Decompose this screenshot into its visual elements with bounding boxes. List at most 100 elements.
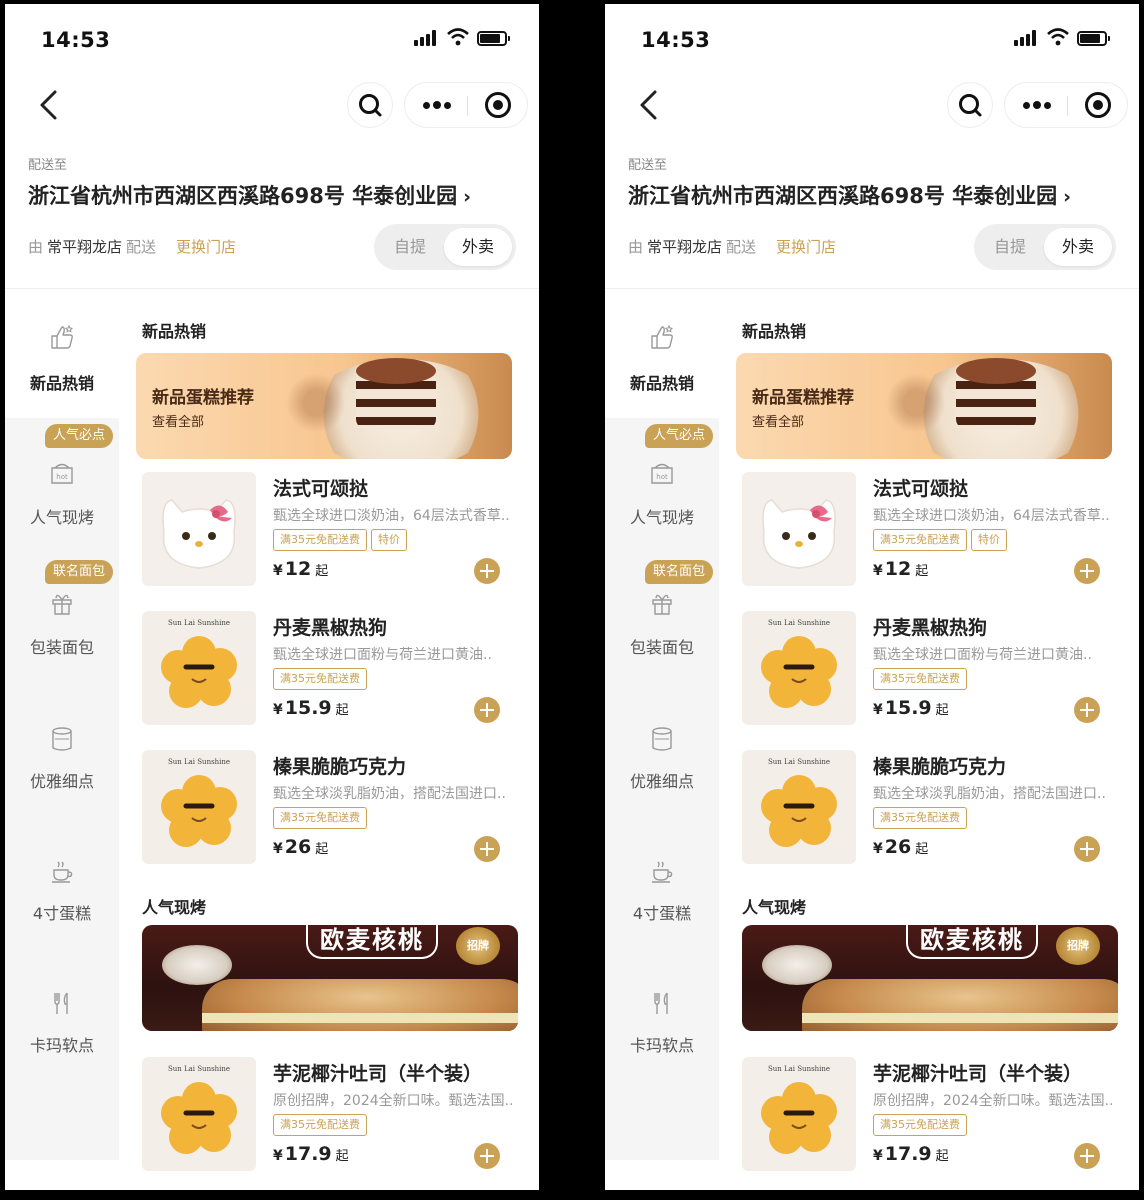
product-image[interactable] [142, 472, 256, 586]
sunflower-bun-icon [161, 636, 237, 708]
sidebar-label-new-hot: 新品热销 [29, 374, 94, 393]
more-button[interactable] [1005, 83, 1067, 127]
add-to-cart-button[interactable] [474, 697, 500, 723]
product-image[interactable] [742, 472, 856, 586]
product-price: ¥26 起 [873, 836, 929, 858]
sidebar-label-kama-soft: 卡玛软点 [29, 1036, 94, 1055]
sidebar-item-new-hot[interactable]: 新品热销 [605, 294, 719, 404]
thumbs-up-icon [651, 324, 674, 349]
close-mini-program-button[interactable] [468, 83, 528, 127]
sidebar-item-packaged-bread[interactable]: 包装面包 [5, 584, 119, 694]
sidebar-item-4inch-cake[interactable]: 4寸蛋糕 [5, 850, 119, 960]
banner-view-all[interactable]: 查看全部 [152, 411, 204, 430]
sidebar-item-kama-soft[interactable]: 卡玛软点 [5, 982, 119, 1092]
gift-box-icon [52, 594, 72, 615]
phone-screen-right: 14:53 配送至 浙江省杭州市西湖区西溪路698号 华泰创业园 › 由常平翔龙店… [605, 4, 1139, 1190]
product-image[interactable]: Sun Lai Sunshine [142, 750, 256, 864]
store-prefix: 由 [628, 238, 644, 256]
product-tags: 满35元免配送费 [873, 668, 971, 690]
walnut-bread-banner[interactable]: 欧麦核桃 招牌 [742, 925, 1118, 1031]
add-to-cart-button[interactable] [1074, 1143, 1100, 1169]
banner-title: 新品蛋糕推荐 [152, 388, 254, 408]
sidebar-item-packaged-bread[interactable]: 包装面包 [605, 584, 719, 694]
banner-view-all[interactable]: 查看全部 [752, 411, 804, 430]
product-image[interactable]: Sun Lai Sunshine [742, 750, 856, 864]
category-sidebar: 新品热销 人气必点 hot 人气现烤 联名面包 包装面包 优雅细点 4寸蛋糕 卡… [605, 294, 719, 1160]
order-mode-toggle: 自提 外卖 [974, 224, 1116, 270]
close-mini-program-button[interactable] [1068, 83, 1128, 127]
product-name[interactable]: 丹麦黑椒热狗 [273, 613, 387, 640]
banner-tiramisu-image [356, 358, 436, 436]
store-name: 常平翔龙店 [47, 238, 123, 256]
product-image[interactable]: Sun Lai Sunshine [742, 1057, 856, 1171]
mode-delivery-option[interactable]: 外卖 [444, 228, 512, 266]
sunflower-bun-icon [161, 1082, 237, 1154]
mode-pickup-option[interactable]: 自提 [974, 224, 1046, 270]
product-brand-text: Sun Lai Sunshine [167, 619, 231, 627]
walnut-bread-banner[interactable]: 欧麦核桃 招牌 [142, 925, 518, 1031]
add-to-cart-button[interactable] [1074, 697, 1100, 723]
more-button[interactable] [405, 83, 467, 127]
signature-medal: 招牌 [1056, 927, 1100, 965]
switch-store-link[interactable]: 更换门店 [176, 238, 236, 256]
hot-box-icon: hot [51, 463, 73, 484]
new-cake-banner[interactable]: 新品蛋糕推荐 查看全部 [736, 353, 1112, 459]
product-list: 新品热销 新品蛋糕推荐 查看全部 法式可颂挞 甄选全球进口淡奶油，64层法式香草… [119, 294, 539, 1190]
sidebar-item-fresh-baked[interactable]: hot 人气现烤 [5, 450, 119, 560]
free-delivery-tag: 满35元免配送费 [273, 807, 367, 829]
product-image[interactable]: Sun Lai Sunshine [142, 611, 256, 725]
special-offer-tag: 特价 [971, 529, 1007, 551]
sidebar-item-4inch-cake[interactable]: 4寸蛋糕 [605, 850, 719, 960]
deliver-to-label: 配送至 [628, 158, 668, 173]
add-to-cart-button[interactable] [1074, 558, 1100, 584]
product-brand-text: Sun Lai Sunshine [767, 619, 831, 627]
product-name[interactable]: 榛果脆脆巧克力 [873, 752, 1006, 779]
add-to-cart-button[interactable] [474, 836, 500, 862]
sidebar-item-kama-soft[interactable]: 卡玛软点 [605, 982, 719, 1092]
product-name[interactable]: 榛果脆脆巧克力 [273, 752, 406, 779]
product-name[interactable]: 芋泥椰汁吐司（半个装） [273, 1059, 482, 1086]
switch-store-link[interactable]: 更换门店 [776, 238, 836, 256]
back-icon[interactable] [635, 88, 665, 122]
sidebar-item-elegant-pastry[interactable]: 优雅细点 [5, 718, 119, 828]
add-to-cart-button[interactable] [474, 1143, 500, 1169]
mode-delivery-option[interactable]: 外卖 [1044, 228, 1112, 266]
banner-title: 欧麦核桃 [906, 925, 1038, 959]
product-image[interactable]: Sun Lai Sunshine [742, 611, 856, 725]
search-button[interactable] [347, 82, 393, 128]
delivery-address[interactable]: 浙江省杭州市西湖区西溪路698号 华泰创业园 › [628, 180, 1071, 210]
product-tags: 满35元免配送费 [273, 668, 371, 690]
delivery-address[interactable]: 浙江省杭州市西湖区西溪路698号 华泰创业园 › [28, 180, 471, 210]
mini-program-capsule [1004, 82, 1128, 128]
banner-bread-image [202, 979, 518, 1031]
new-cake-banner[interactable]: 新品蛋糕推荐 查看全部 [136, 353, 512, 459]
product-description: 甄选全球淡乳脂奶油，搭配法国进口.. [873, 786, 1106, 802]
product-name[interactable]: 芋泥椰汁吐司（半个装） [873, 1059, 1082, 1086]
free-delivery-tag: 满35元免配送费 [273, 1114, 367, 1136]
product-card: Sun Lai Sunshine 榛果脆脆巧克力 甄选全球淡乳脂奶油，搭配法国进… [742, 750, 1122, 866]
sidebar-item-fresh-baked[interactable]: hot 人气现烤 [605, 450, 719, 560]
add-to-cart-button[interactable] [474, 558, 500, 584]
product-card: Sun Lai Sunshine 芋泥椰汁吐司（半个装） 原创招牌，2024全新… [742, 1057, 1122, 1173]
mode-pickup-option[interactable]: 自提 [374, 224, 446, 270]
product-tags: 满35元免配送费 特价 [873, 529, 1011, 551]
utensils-icon [54, 992, 68, 1014]
svg-text:hot: hot [56, 473, 68, 481]
product-name[interactable]: 法式可颂挞 [273, 474, 368, 501]
sidebar-item-elegant-pastry[interactable]: 优雅细点 [605, 718, 719, 828]
status-bar: 14:53 [605, 4, 1139, 70]
phone-screen-left: 14:53 配送至 浙江省杭州市西湖区西溪路698号 华泰创业园 › 由常平翔龙店… [5, 4, 539, 1190]
product-name[interactable]: 丹麦黑椒热狗 [873, 613, 987, 640]
status-time: 14:53 [41, 28, 111, 52]
sidebar-label-elegant-pastry: 优雅细点 [29, 772, 94, 791]
search-button[interactable] [947, 82, 993, 128]
add-to-cart-button[interactable] [1074, 836, 1100, 862]
product-price: ¥17.9 起 [273, 1143, 349, 1165]
product-name[interactable]: 法式可颂挞 [873, 474, 968, 501]
product-brand-text: Sun Lai Sunshine [167, 758, 231, 766]
free-delivery-tag: 满35元免配送费 [873, 1114, 967, 1136]
product-image[interactable]: Sun Lai Sunshine [142, 1057, 256, 1171]
sidebar-item-new-hot[interactable]: 新品热销 [5, 294, 119, 404]
back-icon[interactable] [35, 88, 65, 122]
section-title: 人气现烤 [142, 898, 207, 917]
